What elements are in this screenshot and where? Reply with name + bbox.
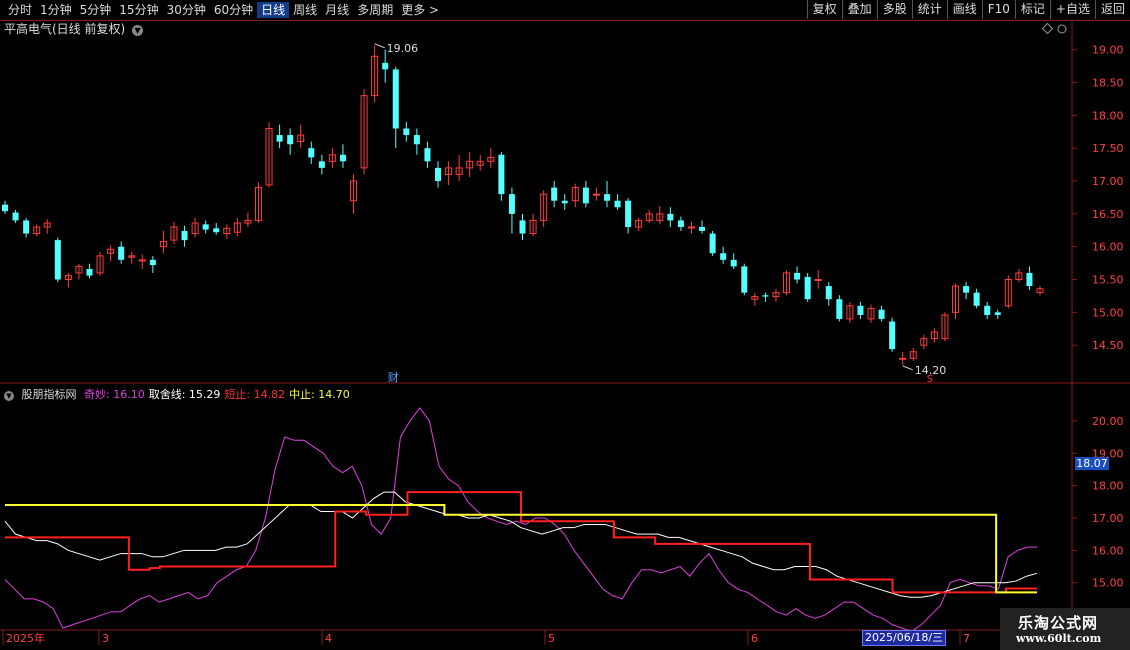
candle-body	[741, 266, 748, 293]
candle-body	[308, 148, 315, 158]
candle-body	[339, 154, 346, 162]
candle-body	[973, 292, 980, 306]
month-label: 5	[548, 632, 555, 645]
candle-body	[435, 167, 442, 182]
candle-body	[118, 246, 125, 260]
ind-tick-label: 17.00	[1092, 512, 1124, 525]
month-label: 7	[963, 632, 970, 645]
candle-body	[561, 200, 568, 204]
candle-body	[413, 135, 420, 145]
candle-body	[213, 228, 220, 233]
candle-body	[836, 299, 843, 319]
high-pointer	[374, 43, 385, 49]
candle-body	[392, 69, 399, 129]
price-tick-label: 18.50	[1092, 77, 1124, 90]
month-label: 3	[102, 632, 109, 645]
price-tick-label: 17.00	[1092, 175, 1124, 188]
candle-body	[86, 269, 93, 276]
candle-body	[276, 135, 283, 142]
candle-body	[709, 233, 716, 254]
price-tick-label: 16.50	[1092, 208, 1124, 221]
candle-body	[889, 321, 896, 350]
candle-body	[2, 204, 8, 212]
candle-body	[498, 154, 505, 195]
candle-body	[994, 312, 1001, 315]
candle-body	[730, 259, 737, 267]
candle-body	[625, 200, 632, 227]
watermark: 乐淘公式网 www.60lt.com	[1000, 608, 1130, 650]
candle-body	[720, 253, 727, 260]
ind-tick-label: 20.00	[1092, 415, 1124, 428]
date-flag: 2025/06/18/三	[862, 630, 947, 646]
low-pointer	[902, 365, 913, 371]
circle-icon	[1057, 24, 1067, 34]
candle-body	[519, 220, 526, 234]
candle-body	[1026, 272, 1033, 287]
high-label: 19.06	[387, 42, 419, 55]
candle-body	[424, 148, 431, 162]
price-tick-label: 16.00	[1092, 241, 1124, 254]
candle-body	[984, 305, 991, 315]
ind-tick-label: 16.00	[1092, 544, 1124, 557]
candle-body	[963, 286, 970, 293]
price-tick-label: 17.50	[1092, 142, 1124, 155]
month-label: 4	[325, 632, 332, 645]
candle-body	[687, 226, 695, 229]
candle-body	[403, 128, 410, 136]
ind-tick-label: 15.00	[1092, 577, 1124, 590]
candle-body	[508, 194, 515, 214]
candle-body	[794, 272, 801, 280]
candle-body	[287, 135, 294, 145]
month-label: 2025年	[6, 631, 45, 645]
ind-tick-label: 18.00	[1092, 480, 1124, 493]
candle-body	[582, 187, 589, 204]
candle-body	[667, 213, 674, 221]
candle-body	[12, 212, 19, 221]
diamond-icon	[1041, 22, 1054, 35]
price-tick-label: 19.00	[1092, 44, 1124, 57]
candle-body	[592, 193, 600, 196]
candle-body	[825, 286, 832, 300]
candle-body	[814, 279, 822, 282]
candle-body	[23, 220, 30, 234]
s-marker: S	[927, 374, 933, 385]
current-value-badge: 18.07	[1075, 457, 1109, 470]
candle-body	[551, 187, 558, 201]
candle-body	[54, 240, 61, 280]
price-tick-label: 15.50	[1092, 274, 1124, 287]
price-tick-label: 15.00	[1092, 306, 1124, 319]
month-label: 6	[751, 632, 758, 645]
series-line-2	[5, 491, 1037, 594]
candle-body	[149, 259, 156, 266]
candle-body	[614, 200, 621, 208]
candle-body	[857, 305, 864, 315]
candle-body	[878, 309, 885, 319]
candle-body	[202, 224, 209, 230]
candle-body	[804, 276, 811, 300]
fin-marker: 财	[388, 370, 399, 384]
candle-body	[762, 295, 769, 297]
candle-body	[603, 194, 610, 201]
candle-body	[181, 230, 188, 241]
candle-body	[318, 161, 325, 168]
watermark-url: www.60lt.com	[1016, 632, 1102, 645]
price-tick-label: 14.50	[1092, 339, 1124, 352]
candle-body	[382, 62, 389, 70]
candle-body	[699, 226, 706, 231]
candle-body	[677, 220, 684, 227]
candle-body	[899, 357, 907, 360]
watermark-title: 乐淘公式网	[1018, 614, 1099, 632]
kline-chart[interactable]: 19.00 18.50 18.00 17.50 17.00 16.50 16.00 15.50…	[0, 0, 1130, 650]
price-tick-label: 18.00	[1092, 109, 1124, 122]
